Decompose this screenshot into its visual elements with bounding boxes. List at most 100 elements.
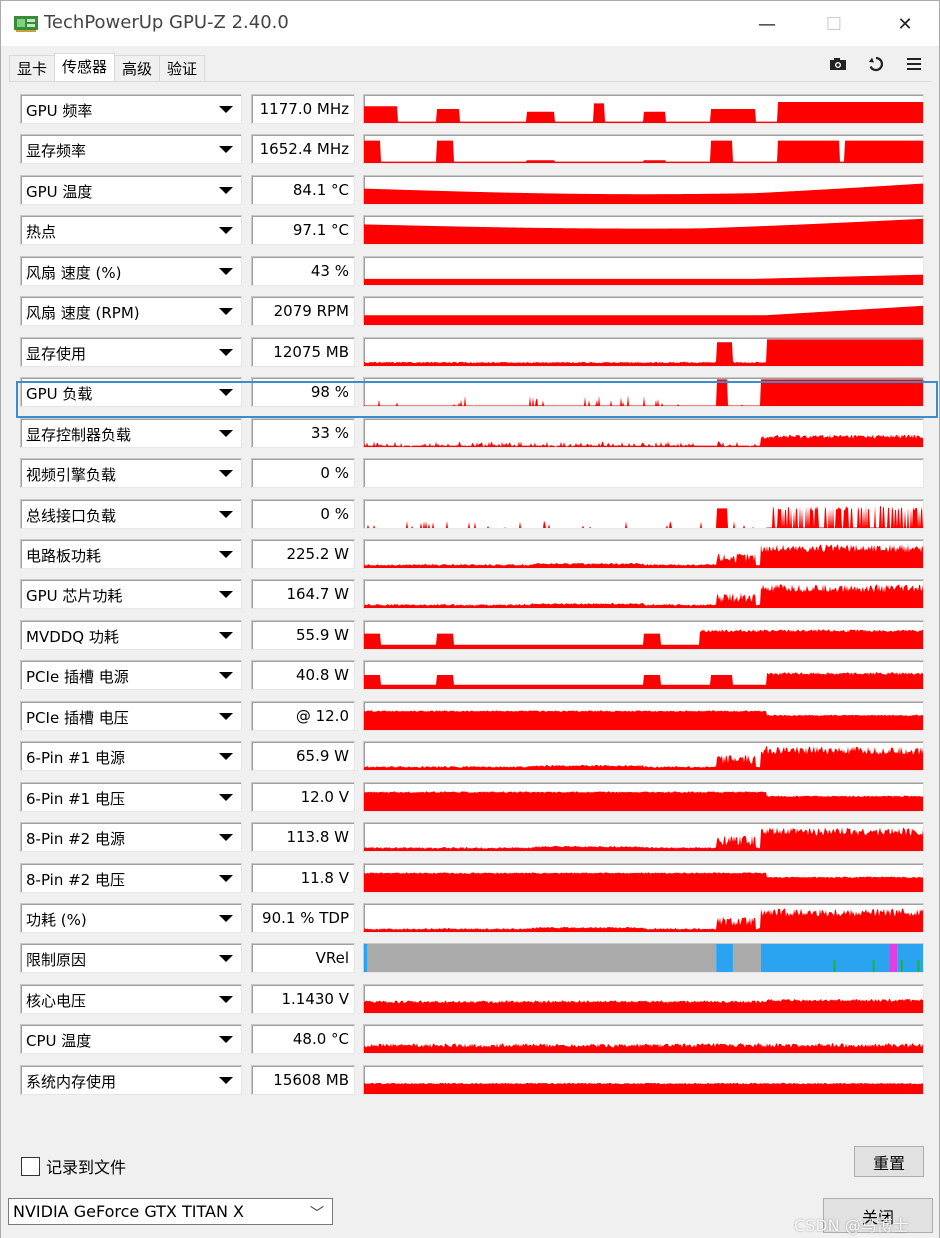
- sensor-value: 0 %: [251, 458, 355, 489]
- sensor-value: 15608 MB: [251, 1064, 355, 1095]
- sensor-graph[interactable]: [363, 1064, 924, 1095]
- window-title: TechPowerUp GPU-Z 2.40.0: [44, 12, 289, 33]
- sensor-graph[interactable]: [363, 781, 924, 812]
- gpu-select[interactable]: NVIDIA GeForce GTX TITAN X ﹀: [8, 1198, 333, 1225]
- dropdown-arrow-icon: [219, 793, 233, 801]
- sensor-graph-plot: [364, 871, 923, 892]
- tab-advanced[interactable]: 高级: [114, 55, 161, 82]
- dropdown-arrow-icon: [219, 591, 233, 599]
- sensor-name-label: 风扇 速度 (%): [26, 263, 122, 282]
- sensor-name-dropdown[interactable]: 核心电压: [20, 983, 242, 1014]
- sensor-name-label: 核心电压: [26, 991, 87, 1010]
- menu-icon[interactable]: [903, 55, 925, 73]
- sensor-name-dropdown[interactable]: PCIe 插槽 电压: [20, 700, 242, 731]
- sensor-name-dropdown[interactable]: 8-Pin #2 电源: [20, 822, 242, 853]
- sensor-name-dropdown[interactable]: GPU 芯片功耗: [20, 579, 242, 610]
- sensor-name-dropdown[interactable]: 系统内存使用: [20, 1064, 242, 1095]
- dropdown-arrow-icon: [219, 1076, 233, 1084]
- sensor-name-dropdown[interactable]: 显存使用: [20, 336, 242, 367]
- tab-validation[interactable]: 验证: [159, 55, 206, 82]
- sensor-name-dropdown[interactable]: GPU 温度: [20, 174, 242, 205]
- sensor-name-dropdown[interactable]: 6-Pin #1 电源: [20, 741, 242, 772]
- sensor-value: 33 %: [251, 417, 355, 448]
- sensor-graph[interactable]: [363, 700, 924, 731]
- sensor-value: @ 12.0: [251, 700, 355, 731]
- sensor-row: 系统内存使用 15608 MB: [20, 1064, 924, 1097]
- sensor-graph[interactable]: [363, 862, 924, 893]
- minimize-button[interactable]: —: [749, 9, 785, 39]
- sensor-graph[interactable]: [363, 822, 924, 853]
- sensor-graph[interactable]: [363, 741, 924, 772]
- gpuz-app-icon: [14, 16, 38, 32]
- sensor-row: 8-Pin #2 电源 113.8 W: [20, 822, 924, 854]
- sensor-name-label: GPU 负载: [26, 385, 93, 404]
- sensor-graph[interactable]: [363, 134, 924, 165]
- sensor-graph[interactable]: [363, 174, 924, 205]
- sensor-name-dropdown[interactable]: 风扇 速度 (%): [20, 255, 242, 286]
- sensor-graph[interactable]: [363, 983, 924, 1014]
- sensor-name-dropdown[interactable]: 显存控制器负载: [20, 417, 242, 448]
- log-to-file-checkbox[interactable]: [21, 1156, 40, 1176]
- tab-sensors[interactable]: 传感器: [54, 53, 116, 82]
- sensor-graph[interactable]: [363, 296, 924, 327]
- sensor-name-dropdown[interactable]: 视频引擎负载: [20, 458, 242, 489]
- reset-button[interactable]: 重置: [854, 1146, 924, 1177]
- sensor-name-dropdown[interactable]: MVDDQ 功耗: [20, 619, 242, 650]
- sensor-graph[interactable]: [363, 255, 924, 286]
- sensor-graph[interactable]: [363, 538, 924, 569]
- sensor-graph[interactable]: [363, 215, 924, 246]
- chevron-down-icon: ﹀: [310, 1206, 324, 1222]
- sensor-name-dropdown[interactable]: CPU 温度: [20, 1024, 242, 1055]
- sensor-name-dropdown[interactable]: 热点: [20, 215, 242, 246]
- refresh-icon[interactable]: [865, 55, 887, 73]
- sensor-name-dropdown[interactable]: 8-Pin #2 电压: [20, 862, 242, 893]
- sensor-graph[interactable]: [363, 579, 924, 610]
- sensor-name-label: 风扇 速度 (RPM): [26, 304, 140, 323]
- sensor-graph-plot: [364, 827, 923, 852]
- sensor-row: 限制原因 VRel: [20, 943, 924, 975]
- sensor-name-dropdown[interactable]: 限制原因: [20, 943, 242, 974]
- sensor-graph[interactable]: [363, 660, 924, 691]
- dropdown-arrow-icon: [219, 753, 233, 761]
- sensor-row: GPU 芯片功耗 164.7 W: [20, 579, 924, 611]
- sensor-name-dropdown[interactable]: GPU 负载: [20, 377, 242, 408]
- sensor-name-label: 6-Pin #1 电压: [26, 789, 125, 808]
- dropdown-arrow-icon: [219, 955, 233, 963]
- close-icon: ✕: [897, 13, 913, 35]
- sensor-name-label: 限制原因: [26, 951, 87, 970]
- sensor-name-dropdown[interactable]: 电路板功耗: [20, 538, 242, 569]
- sensor-row: 8-Pin #2 电压 11.8 V: [20, 862, 924, 895]
- tab-graphics-card[interactable]: 显卡: [9, 55, 56, 82]
- sensor-name-dropdown[interactable]: 显存频率: [20, 134, 242, 165]
- sensor-name-dropdown[interactable]: PCIe 插槽 电源: [20, 660, 242, 691]
- sensor-name-dropdown[interactable]: 风扇 速度 (RPM): [20, 296, 242, 327]
- sensor-row: 风扇 速度 (%) 43 %: [20, 255, 924, 288]
- close-window-button[interactable]: ✕: [887, 9, 923, 39]
- sensor-graph[interactable]: [363, 943, 924, 974]
- sensor-name-label: 热点: [26, 223, 57, 242]
- sensor-graph[interactable]: [363, 377, 924, 408]
- log-to-file-label: 记录到文件: [46, 1158, 127, 1177]
- sensor-graph[interactable]: [363, 458, 924, 489]
- sensor-graph-plot: [364, 505, 923, 528]
- sensor-graph[interactable]: [363, 498, 924, 529]
- sensor-name-dropdown[interactable]: 6-Pin #1 电压: [20, 781, 242, 812]
- sensor-value: 12.0 V: [251, 781, 355, 812]
- sensor-name-dropdown[interactable]: 功耗 (%): [20, 903, 242, 933]
- sensor-graph[interactable]: [363, 903, 924, 933]
- sensor-graph[interactable]: [363, 336, 924, 367]
- sensor-name-dropdown[interactable]: 总线接口负载: [20, 498, 242, 529]
- sensor-value: 225.2 W: [251, 538, 355, 569]
- log-to-file[interactable]: 记录到文件: [21, 1154, 126, 1178]
- sensor-row: PCIe 插槽 电压 @ 12.0: [20, 700, 924, 733]
- sensor-graph[interactable]: [363, 1024, 924, 1055]
- sensor-name-dropdown[interactable]: GPU 频率: [20, 94, 242, 124]
- sensor-row: 6-Pin #1 电压 12.0 V: [20, 781, 924, 814]
- sensor-value: 1652.4 MHz: [251, 134, 355, 165]
- sensor-graph[interactable]: [363, 619, 924, 650]
- sensor-name-label: GPU 温度: [26, 182, 93, 201]
- sensor-graph[interactable]: [363, 94, 924, 124]
- camera-icon[interactable]: [827, 55, 849, 73]
- sensor-graph[interactable]: [363, 417, 924, 448]
- sensor-name-label: 6-Pin #1 电源: [26, 749, 125, 768]
